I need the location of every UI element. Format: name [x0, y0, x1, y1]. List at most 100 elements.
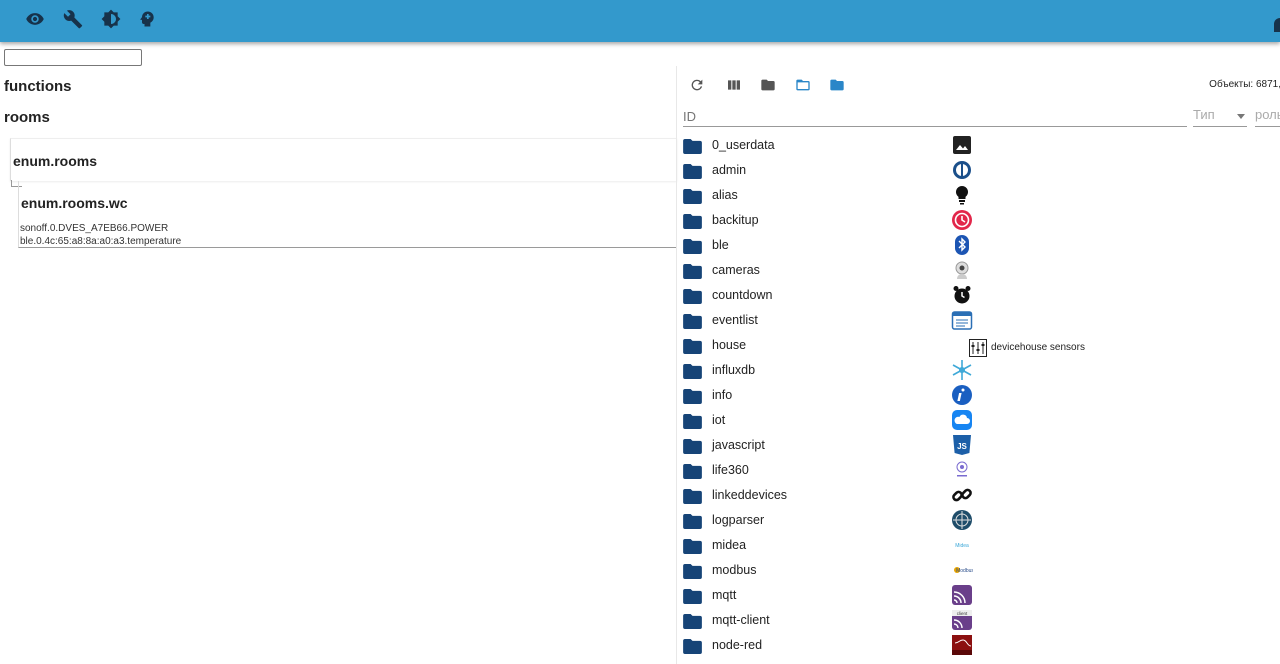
bulb-icon [951, 184, 973, 206]
life360-icon [951, 459, 973, 481]
object-row-mqtt[interactable]: mqtt [677, 583, 1280, 608]
object-row-0_userdata[interactable]: 0_userdata [677, 133, 1280, 158]
object-row-linkeddevices[interactable]: linkeddevices [677, 483, 1280, 508]
object-name: linkeddevices [712, 488, 788, 502]
member-item[interactable]: ble.0.4c:65:a8:8a:a0:a3.temperature [20, 236, 181, 247]
object-row-midea[interactable]: midea Midea [677, 533, 1280, 558]
node-red-icon [951, 634, 973, 656]
folder-icon[interactable] [683, 464, 702, 479]
object-name: midea [712, 538, 747, 552]
enum-rooms-title: enum.rooms [13, 153, 98, 169]
folder-icon[interactable] [683, 164, 702, 179]
object-name: influxdb [712, 363, 756, 377]
folder-icon[interactable] [683, 314, 702, 329]
info-icon [951, 384, 973, 406]
type-filter-select[interactable]: Тип [1193, 107, 1247, 127]
object-row-backitup[interactable]: backitup [677, 208, 1280, 233]
user-menu-edge[interactable] [1274, 18, 1280, 32]
mqtt-icon [951, 584, 973, 606]
object-row-alias[interactable]: alias [677, 183, 1280, 208]
link-icon [951, 484, 973, 506]
js-icon: JS [951, 434, 973, 456]
object-row-ble[interactable]: ble [677, 233, 1280, 258]
object-row-info[interactable]: info [677, 383, 1280, 408]
enum-rooms-card[interactable]: enum.rooms [10, 138, 677, 187]
object-row-iot[interactable]: iot [677, 408, 1280, 433]
search-input[interactable] [4, 49, 142, 66]
eye-icon[interactable] [23, 7, 47, 31]
folder-icon[interactable] [683, 189, 702, 204]
object-name: house [712, 338, 747, 352]
enum-rooms-wc-card[interactable]: enum.rooms.wc sonoff.0.DVES_A7EB66.POWER… [18, 181, 677, 248]
object-row-logparser[interactable]: logparser [677, 508, 1280, 533]
object-row-javascript[interactable]: javascript JS [677, 433, 1280, 458]
folder-blue-icon[interactable] [827, 76, 847, 94]
folder-icon[interactable] [683, 564, 702, 579]
refresh-icon[interactable] [687, 76, 707, 94]
folder-icon[interactable] [683, 539, 702, 554]
camera-icon [951, 259, 973, 281]
object-name: 0_userdata [712, 138, 775, 152]
folder-icon[interactable] [683, 514, 702, 529]
object-row-admin[interactable]: admin [677, 158, 1280, 183]
bluetooth-icon [951, 234, 973, 256]
folder-icon[interactable] [683, 639, 702, 654]
calendar-icon [951, 309, 973, 331]
object-row-life360[interactable]: life360 [677, 458, 1280, 483]
objects-count: Объекты: 6871, [1209, 79, 1280, 90]
backitup-icon [951, 209, 973, 231]
folder-icon[interactable] [683, 414, 702, 429]
svg-text:JS: JS [957, 442, 967, 451]
object-name: admin [712, 163, 747, 177]
folder-icon[interactable] [683, 489, 702, 504]
svg-text:Modbus: Modbus [956, 568, 973, 574]
svg-text:Midea: Midea [955, 543, 969, 549]
objects-panel: Объекты: 6871, Тип роль 0_userdataadmin a… [676, 66, 1280, 664]
folder-icon[interactable] [683, 614, 702, 629]
admin-icon [951, 159, 973, 181]
cloud-icon [951, 409, 973, 431]
device-icon [969, 339, 987, 357]
folder-icon[interactable] [758, 76, 778, 94]
logparser-icon [951, 509, 973, 531]
id-filter-input[interactable] [683, 107, 1187, 127]
object-row-cameras[interactable]: cameras [677, 258, 1280, 283]
midea-icon: Midea [951, 534, 973, 556]
object-row-modbus[interactable]: modbus Modbus [677, 558, 1280, 583]
head-icon[interactable] [135, 7, 159, 31]
object-name: life360 [712, 463, 749, 477]
folder-icon[interactable] [683, 439, 702, 454]
functions-heading[interactable]: functions [4, 78, 72, 95]
object-row-countdown[interactable]: countdown [677, 283, 1280, 308]
object-name: javascript [712, 438, 765, 452]
folder-icon[interactable] [683, 364, 702, 379]
object-row-influxdb[interactable]: influxdb [677, 358, 1280, 383]
role-filter-input[interactable]: роль [1255, 107, 1280, 127]
folder-icon[interactable] [683, 339, 702, 354]
object-name: mqtt [712, 588, 737, 602]
folder-open-icon[interactable] [793, 76, 813, 94]
folder-icon[interactable] [683, 389, 702, 404]
folder-icon[interactable] [683, 289, 702, 304]
columns-icon[interactable] [724, 76, 744, 94]
object-row-node-red[interactable]: node-red [677, 633, 1280, 658]
folder-icon[interactable] [683, 589, 702, 604]
folder-icon[interactable] [683, 239, 702, 254]
folder-icon[interactable] [683, 214, 702, 229]
object-name: logparser [712, 513, 765, 527]
object-name: modbus [712, 563, 757, 577]
folder-icon[interactable] [683, 139, 702, 154]
svg-text:client: client [957, 611, 968, 616]
member-item[interactable]: sonoff.0.DVES_A7EB66.POWER [20, 223, 168, 234]
object-row-mqtt-client[interactable]: mqtt-client client [677, 608, 1280, 633]
wrench-icon[interactable] [61, 7, 85, 31]
brightness-icon[interactable] [99, 7, 123, 31]
type-filter-label: Тип [1193, 107, 1215, 122]
object-row-eventlist[interactable]: eventlist [677, 308, 1280, 333]
folder-icon[interactable] [683, 264, 702, 279]
object-name: node-red [712, 638, 763, 652]
rooms-heading[interactable]: rooms [4, 109, 50, 126]
mqtt-client-icon: client [951, 609, 973, 631]
top-app-bar [0, 0, 1280, 42]
role-filter-label: роль [1255, 107, 1280, 122]
